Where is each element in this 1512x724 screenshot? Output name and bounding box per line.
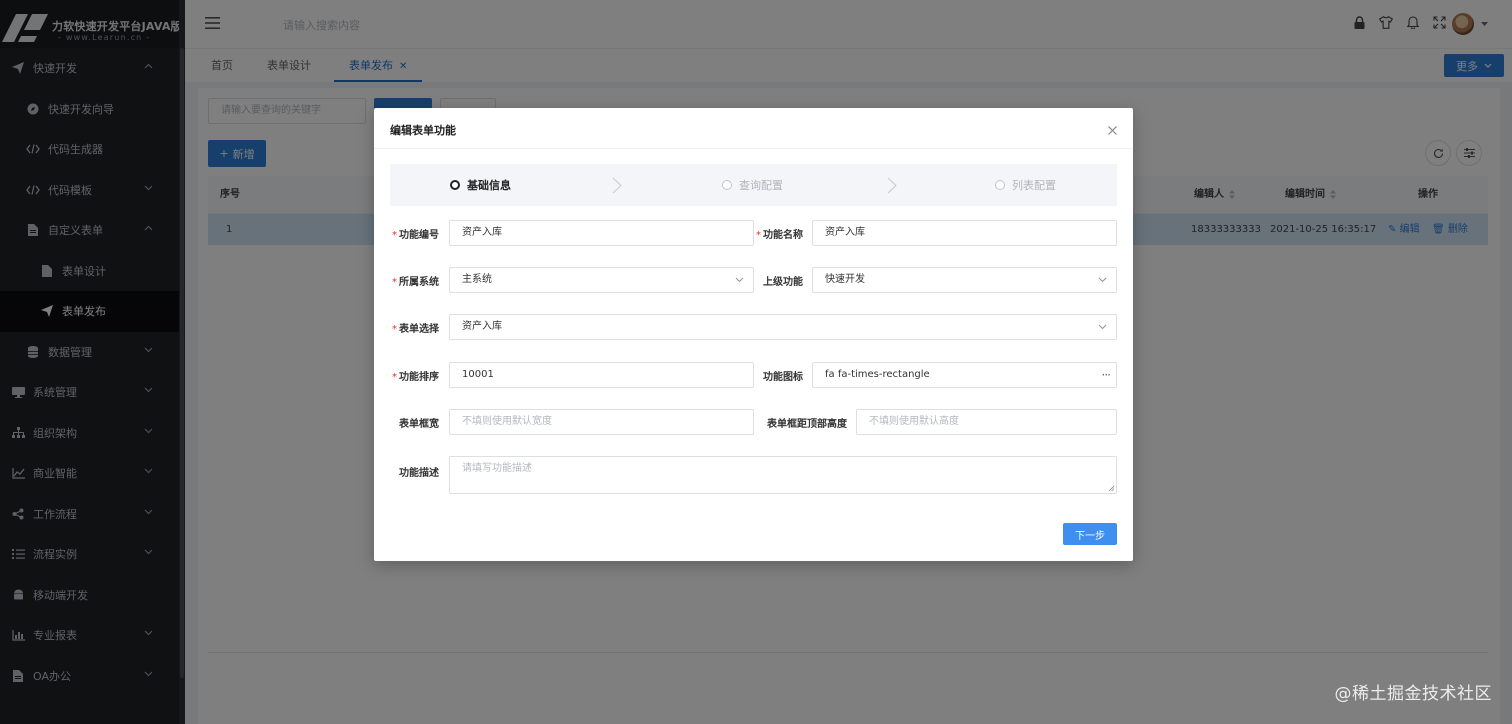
- step-label: 基础信息: [467, 179, 511, 192]
- function-code-input[interactable]: 资产入库: [449, 220, 754, 246]
- label-text: 功能名称: [763, 230, 803, 241]
- sort-order-input[interactable]: 10001: [449, 362, 754, 388]
- select-value: 资产入库: [462, 321, 502, 332]
- next-step-button[interactable]: 下一步: [1063, 523, 1117, 545]
- watermark: @稀土掘金技术社区: [1334, 684, 1492, 704]
- step-dot-icon: [450, 180, 460, 190]
- chevron-down-icon: [1098, 277, 1107, 283]
- step-label: 查询配置: [739, 179, 783, 192]
- required-mark: *: [392, 230, 397, 241]
- field-label-code: * 功能编号: [390, 226, 439, 241]
- form-top-input[interactable]: 不填则使用默认高度: [856, 409, 1117, 435]
- form-width-input[interactable]: 不填则使用默认宽度: [449, 409, 754, 435]
- select-value: 主系统: [462, 274, 492, 285]
- required-mark: *: [392, 324, 397, 335]
- dialog-divider: [374, 148, 1133, 149]
- textarea-placeholder: 请填写功能描述: [462, 463, 532, 474]
- steps-bar: 基础信息 查询配置 列表配置: [390, 164, 1117, 206]
- field-label-parent: 上级功能: [763, 277, 803, 288]
- field-label-width: 表单框宽: [399, 419, 439, 430]
- chevron-right-icon: [612, 177, 622, 194]
- description-textarea[interactable]: 请填写功能描述: [449, 456, 1117, 494]
- required-mark: *: [756, 230, 761, 241]
- field-label-form: * 表单选择: [390, 320, 439, 335]
- field-label-top: 表单框距顶部高度: [767, 419, 847, 430]
- label-text: 功能排序: [399, 372, 439, 383]
- function-name-input[interactable]: 资产入库: [812, 220, 1117, 246]
- field-label-name: * 功能名称: [754, 226, 803, 241]
- form-select[interactable]: 资产入库: [449, 314, 1117, 340]
- step-query-config[interactable]: 查询配置: [722, 164, 783, 206]
- step-basic-info[interactable]: 基础信息: [450, 164, 511, 206]
- parent-function-select[interactable]: 快速开发: [812, 267, 1117, 293]
- chevron-down-icon: [735, 277, 744, 283]
- label-text: 所属系统: [399, 277, 439, 288]
- resize-grip-icon[interactable]: [1108, 485, 1114, 491]
- function-icon-input[interactable]: fa fa-times-rectangle ···: [812, 362, 1117, 388]
- close-icon[interactable]: [1108, 126, 1117, 135]
- required-mark: *: [392, 372, 397, 383]
- field-label-sort: * 功能排序: [390, 368, 439, 383]
- label-text: 表单选择: [399, 324, 439, 335]
- icon-value: fa fa-times-rectangle: [825, 369, 930, 380]
- field-label-system: * 所属系统: [390, 273, 439, 288]
- select-value: 快速开发: [825, 274, 865, 285]
- more-dots-icon[interactable]: ···: [1102, 363, 1112, 387]
- chevron-down-icon: [1098, 324, 1107, 330]
- dialog-title: 编辑表单功能: [390, 124, 456, 137]
- step-dot-icon: [722, 180, 732, 190]
- field-label-icon: 功能图标: [763, 372, 803, 383]
- system-select[interactable]: 主系统: [449, 267, 754, 293]
- required-mark: *: [392, 277, 397, 288]
- step-label: 列表配置: [1012, 179, 1056, 192]
- chevron-right-icon: [887, 177, 897, 194]
- step-list-config[interactable]: 列表配置: [995, 164, 1056, 206]
- edit-form-function-dialog: 编辑表单功能 基础信息 查询配置 列表配置 * 功能编号 资产入库 * 功能名称 资…: [374, 108, 1133, 561]
- label-text: 功能编号: [399, 230, 439, 241]
- step-dot-icon: [995, 180, 1005, 190]
- field-label-desc: 功能描述: [399, 468, 439, 479]
